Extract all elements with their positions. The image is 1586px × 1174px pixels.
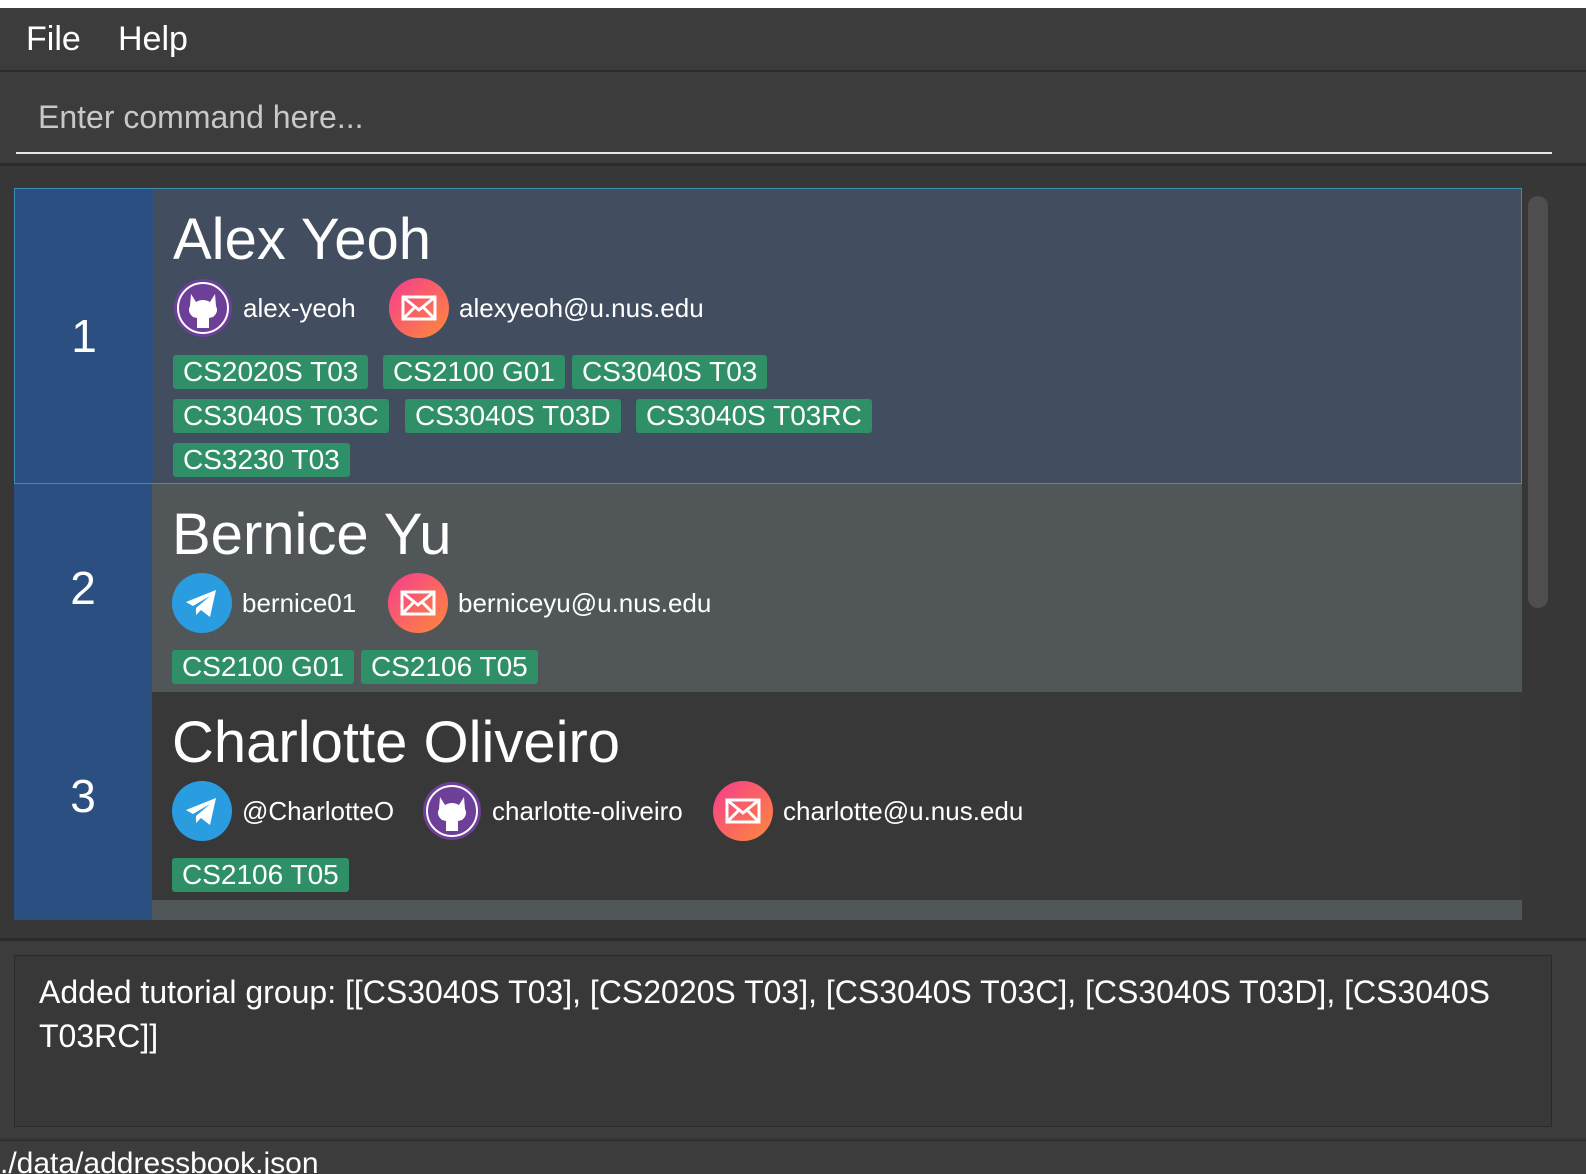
tag: CS2100 G01: [172, 650, 354, 684]
result-display: Added tutorial group: [[CS3040S T03], [C…: [14, 955, 1552, 1127]
window-top-border: [0, 0, 1586, 8]
contact-row: bernice01 berniceyu@u.nus.edu: [172, 572, 1522, 634]
person-name: Charlotte Oliveiro: [172, 710, 621, 775]
tag: CS2020S T03: [173, 355, 369, 389]
email-contact[interactable]: alexyeoh@u.nus.edu: [389, 277, 704, 339]
github-username: alex-yeoh: [243, 292, 356, 323]
email-icon: [713, 781, 773, 841]
telegram-contact[interactable]: bernice01: [172, 572, 356, 634]
email-icon: [388, 573, 448, 633]
telegram-icon: [172, 573, 232, 633]
telegram-contact[interactable]: @CharlotteO: [172, 780, 394, 842]
telegram-handle: @CharlotteO: [242, 795, 395, 826]
menu-bar: File Help: [0, 8, 1586, 72]
person-details: Alex Yeoh alex-yeoh alexyeoh@u.nus.edu C…: [173, 189, 1521, 477]
file-menu[interactable]: File: [26, 20, 81, 59]
person-index: 2: [14, 484, 152, 692]
github-icon: [173, 278, 233, 338]
email-address: berniceyu@u.nus.edu: [458, 587, 712, 618]
email-address: charlotte@u.nus.edu: [783, 795, 1024, 826]
telegram-handle: bernice01: [242, 587, 357, 618]
tag: CS3040S T03D: [405, 399, 621, 433]
person-details: Charlotte Oliveiro @CharlotteO charlotte…: [172, 692, 1522, 894]
person-card[interactable]: 2 Bernice Yu bernice01 berniceyu@u.nus.e…: [14, 484, 1522, 692]
tag: CS3040S T03: [572, 355, 768, 389]
tag-list: CS2020S T03 CS2100 G01 CS3040S T03 CS304…: [173, 355, 1521, 477]
person-index-partial: [14, 900, 152, 920]
tag: CS2100 G01: [383, 355, 565, 389]
contact-row: alex-yeoh alexyeoh@u.nus.edu: [173, 277, 1521, 339]
person-card[interactable]: 1 Alex Yeoh alex-yeoh alexyeoh@u.nus.edu: [14, 188, 1522, 484]
github-contact[interactable]: alex-yeoh: [173, 277, 356, 339]
github-contact[interactable]: charlotte-oliveiro: [422, 780, 683, 842]
telegram-icon: [172, 781, 232, 841]
tag: CS3040S T03RC: [636, 399, 872, 433]
help-menu[interactable]: Help: [118, 20, 188, 59]
status-bar: ./data/addressbook.json: [0, 1140, 1586, 1174]
email-address: alexyeoh@u.nus.edu: [459, 292, 704, 323]
result-panel: Added tutorial group: [[CS3040S T03], [C…: [0, 938, 1586, 1138]
person-details: Bernice Yu bernice01 berniceyu@u.nus.edu…: [172, 484, 1522, 686]
list-scrollbar[interactable]: [1522, 188, 1552, 920]
person-list[interactable]: 1 Alex Yeoh alex-yeoh alexyeoh@u.nus.edu: [14, 188, 1522, 920]
person-index: 1: [15, 189, 153, 483]
tag: CS3230 T03: [173, 443, 350, 477]
github-icon: [422, 781, 482, 841]
tag-list: CS2106 T05: [172, 858, 1522, 894]
contact-row: @CharlotteO charlotte-oliveiro charlotte…: [172, 780, 1522, 842]
email-icon: [389, 278, 449, 338]
person-name: Alex Yeoh: [173, 207, 432, 272]
person-card[interactable]: 3 Charlotte Oliveiro @CharlotteO charlot…: [14, 692, 1522, 900]
status-file-path: ./data/addressbook.json: [0, 1147, 319, 1174]
person-name: Bernice Yu: [172, 502, 452, 567]
tag: CS2106 T05: [361, 650, 538, 684]
person-card-partial[interactable]: [14, 900, 1522, 920]
command-box: [0, 72, 1586, 166]
tag-list: CS2100 G01 CS2106 T05: [172, 650, 1522, 686]
person-index: 3: [14, 692, 152, 900]
email-contact[interactable]: charlotte@u.nus.edu: [713, 780, 1023, 842]
tag: CS2106 T05: [172, 858, 349, 892]
scrollbar-thumb[interactable]: [1528, 196, 1548, 608]
github-username: charlotte-oliveiro: [492, 795, 683, 826]
email-contact[interactable]: berniceyu@u.nus.edu: [388, 572, 711, 634]
tag: CS3040S T03C: [173, 399, 389, 433]
command-input[interactable]: [16, 82, 1552, 154]
